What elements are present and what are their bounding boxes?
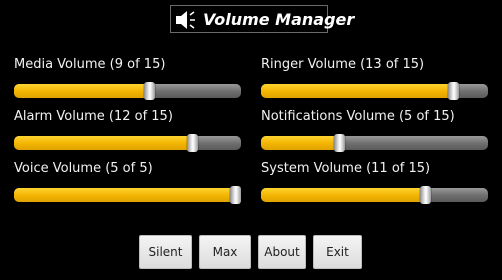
speaker-icon <box>176 11 195 29</box>
slider-thumb[interactable] <box>448 82 460 100</box>
voice-volume-label: Voice Volume (5 of 5) <box>14 161 153 176</box>
notifications-volume-label: Notifications Volume (5 of 15) <box>261 109 455 124</box>
slider-fill <box>261 84 454 98</box>
slider-fill <box>261 136 339 150</box>
slider-fill <box>14 136 192 150</box>
slider-thumb[interactable] <box>144 82 155 100</box>
exit-button[interactable]: Exit <box>313 235 362 269</box>
slider-fill <box>14 84 149 98</box>
voice-volume-slider[interactable] <box>14 186 241 204</box>
slider-thumb[interactable] <box>187 134 198 152</box>
slider-track <box>14 188 241 202</box>
slider-track <box>261 188 488 202</box>
slider-track <box>261 136 488 150</box>
app-title: Volume Manager <box>203 10 355 29</box>
ringer-volume-slider[interactable] <box>261 82 488 100</box>
slider-fill <box>261 188 425 202</box>
slider-fill <box>14 188 235 202</box>
app-title-bar: Volume Manager <box>170 5 354 33</box>
silent-button[interactable]: Silent <box>139 235 192 269</box>
system-volume-label: System Volume (11 of 15) <box>261 161 431 176</box>
slider-thumb[interactable] <box>419 186 431 204</box>
notifications-volume-slider[interactable] <box>261 134 488 152</box>
ringer-volume-label: Ringer Volume (13 of 15) <box>261 57 425 72</box>
slider-track <box>14 136 241 150</box>
max-button[interactable]: Max <box>199 235 251 269</box>
slider-thumb[interactable] <box>333 134 345 152</box>
media-volume-slider[interactable] <box>14 82 241 100</box>
alarm-volume-slider[interactable] <box>14 134 241 152</box>
slider-track <box>14 84 241 98</box>
slider-thumb[interactable] <box>230 186 241 204</box>
alarm-volume-label: Alarm Volume (12 of 15) <box>14 109 173 124</box>
about-button[interactable]: About <box>258 235 306 269</box>
media-volume-label: Media Volume (9 of 15) <box>14 57 166 72</box>
system-volume-slider[interactable] <box>261 186 488 204</box>
